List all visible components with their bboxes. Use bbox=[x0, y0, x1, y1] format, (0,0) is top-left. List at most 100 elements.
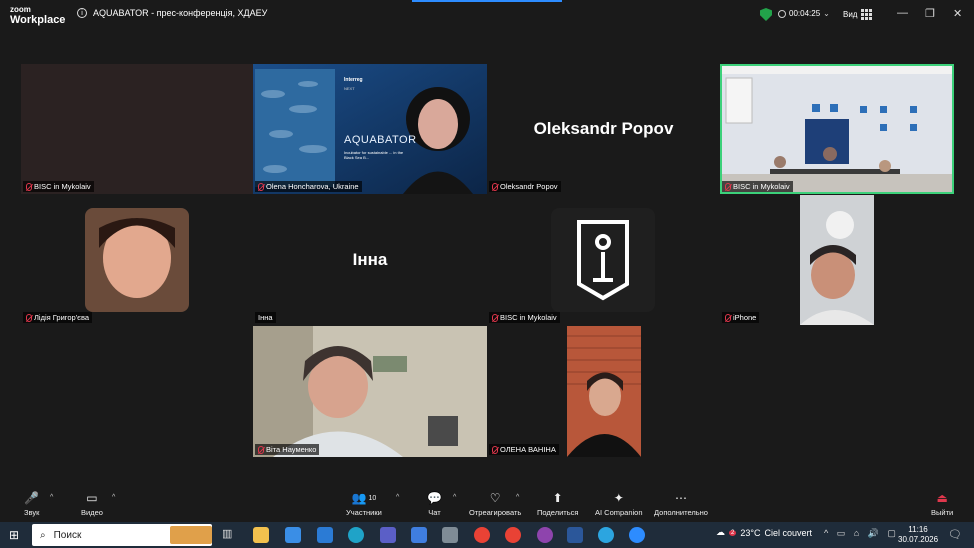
participant-nametag: Інна bbox=[255, 312, 276, 323]
participant-name: BISC in Mykolaiv bbox=[500, 313, 557, 322]
participant-name: BISC in Mykolaiv bbox=[34, 182, 91, 191]
share-button[interactable]: ⬆ Поделиться bbox=[537, 491, 578, 517]
mic-muted-icon bbox=[258, 445, 264, 454]
video-button[interactable]: ▭ Видео bbox=[81, 491, 103, 517]
leave-button[interactable]: ⏏ Выйти bbox=[931, 491, 953, 517]
audio-button[interactable]: 🎤 Звук bbox=[24, 491, 39, 517]
word-icon[interactable] bbox=[567, 527, 583, 543]
share-screen-icon: ⬆ bbox=[552, 491, 563, 505]
system-tray-icons[interactable]: ^ ▭ ⌂ 🔊 ▢ bbox=[824, 528, 899, 539]
chrome-icon[interactable] bbox=[505, 527, 521, 543]
video-tile[interactable]: Віта Науменко bbox=[253, 326, 487, 457]
audio-label: Звук bbox=[24, 508, 40, 517]
chat-icon: 💬 bbox=[427, 491, 442, 505]
chat-label: Чат bbox=[428, 508, 441, 517]
participant-display-name: Oleksandr Popov bbox=[533, 119, 674, 138]
weather-text: Ciel couvert bbox=[764, 527, 812, 538]
taskbar-search[interactable]: ⌕ Поиск bbox=[32, 524, 212, 546]
edge-icon[interactable] bbox=[348, 527, 364, 543]
meeting-timer[interactable]: 00:04:25 ⌄ bbox=[778, 9, 830, 18]
mic-muted-icon bbox=[492, 445, 498, 454]
mic-muted-icon bbox=[725, 313, 731, 322]
task-view-icon[interactable]: ▥ bbox=[222, 527, 238, 543]
slide-title: AQUABATOR bbox=[344, 134, 417, 146]
viber-icon[interactable] bbox=[537, 527, 553, 543]
video-tile[interactable]: Oleksandr Popov Oleksandr Popov bbox=[487, 64, 720, 194]
weather-badge: 2 bbox=[729, 529, 737, 536]
telegram-icon[interactable] bbox=[598, 527, 614, 543]
meeting-info[interactable]: i AQUABATOR - прес-конференція, ХДАЕУ bbox=[77, 8, 267, 18]
audio-options-caret-icon[interactable]: ^ bbox=[50, 494, 53, 501]
mic-muted-icon bbox=[725, 182, 731, 191]
camera-icon: ▭ bbox=[86, 491, 98, 505]
video-tile[interactable]: Лідія Григор'єва bbox=[21, 195, 253, 325]
app-icon[interactable] bbox=[411, 527, 427, 543]
slide-subtitle: Incubator for sustainable ... in the Bla… bbox=[344, 150, 404, 160]
grid-icon bbox=[861, 9, 873, 20]
notification-icon[interactable]: 🗨 bbox=[948, 528, 962, 541]
chevron-down-icon[interactable]: ⌄ bbox=[823, 9, 830, 18]
video-tile[interactable]: iPhone bbox=[720, 195, 954, 325]
video-tile[interactable]: BISC in Mykolaiv bbox=[21, 64, 253, 194]
store-icon[interactable] bbox=[285, 527, 301, 543]
participants-label: Участники bbox=[346, 508, 382, 517]
chat-button[interactable]: 💬 Чат bbox=[427, 491, 442, 517]
view-label: Вид bbox=[843, 10, 858, 19]
video-tile[interactable]: Інна Інна bbox=[253, 195, 487, 325]
sparkle-icon: ✦ bbox=[613, 491, 624, 505]
security-shield-icon[interactable] bbox=[760, 8, 772, 21]
participant-name: Olena Honcharova, Ukraine bbox=[266, 182, 359, 191]
app-icon[interactable] bbox=[380, 527, 396, 543]
video-tile[interactable]: ОЛЕНА ВАНІНА bbox=[487, 326, 720, 457]
leave-icon: ⏏ bbox=[936, 491, 948, 505]
restore-icon[interactable]: ❐ bbox=[925, 7, 935, 20]
zoom-app-icon[interactable] bbox=[629, 527, 645, 543]
react-label: Отреагировать bbox=[469, 508, 522, 517]
brand-bottom: Workplace bbox=[10, 14, 66, 26]
phone-video bbox=[800, 195, 874, 325]
weather-widget[interactable]: ☁ 2 23°C Ciel couvert bbox=[716, 527, 812, 538]
windows-start-icon[interactable]: ⊞ bbox=[9, 528, 19, 542]
more-button[interactable]: ⋯ Дополнительно bbox=[654, 491, 708, 517]
file-explorer-icon[interactable] bbox=[253, 527, 269, 543]
camera-app-icon[interactable] bbox=[442, 527, 458, 543]
video-options-caret-icon[interactable]: ^ bbox=[112, 494, 115, 501]
meeting-toolbar: 🎤 Звук ^ ▭ Видео ^ 👥 10 Участники ^ 💬 Чат… bbox=[0, 486, 974, 522]
search-placeholder: Поиск bbox=[53, 529, 82, 541]
minimize-icon[interactable]: — bbox=[897, 7, 908, 19]
video-tile-active-speaker[interactable]: BISC in Mykolaiv bbox=[720, 64, 954, 194]
taskbar-clock[interactable]: 11:16 30.07.2026 bbox=[898, 525, 938, 545]
cloud-icon: ☁ bbox=[716, 527, 725, 537]
chrome-icon[interactable] bbox=[474, 527, 490, 543]
search-icon: ⌕ bbox=[40, 529, 46, 541]
react-button[interactable]: ♡ Отреагировать bbox=[469, 491, 521, 517]
zoom-logo: zoom Workplace bbox=[10, 5, 66, 26]
info-icon[interactable]: i bbox=[77, 8, 87, 18]
participant-name: Інна bbox=[258, 313, 273, 322]
chat-caret-icon[interactable]: ^ bbox=[453, 494, 456, 501]
temperature: 23°C bbox=[740, 527, 761, 538]
clock-time: 11:16 bbox=[908, 525, 928, 534]
view-button[interactable]: Вид bbox=[843, 9, 873, 20]
participant-nametag: Лідія Григор'єва bbox=[23, 312, 93, 323]
participants-count: 10 bbox=[368, 494, 377, 502]
video-tile[interactable]: BISC in Mykolaiv bbox=[487, 195, 720, 325]
participant-display-name: Інна bbox=[352, 250, 388, 269]
room-video bbox=[720, 64, 954, 194]
timer-text: 00:04:25 bbox=[789, 9, 821, 18]
react-caret-icon[interactable]: ^ bbox=[516, 494, 519, 501]
clock-icon bbox=[778, 9, 786, 18]
participant-profile-logo bbox=[551, 208, 655, 312]
close-icon[interactable]: ✕ bbox=[953, 7, 962, 20]
participant-name: Oleksandr Popov bbox=[500, 182, 558, 191]
participant-name: iPhone bbox=[733, 313, 757, 322]
ai-companion-button[interactable]: ✦ AI Companion bbox=[595, 491, 643, 517]
slide-next: NEXT bbox=[344, 86, 355, 91]
participants-button[interactable]: 👥 10 Участники bbox=[346, 491, 382, 517]
mail-icon[interactable] bbox=[317, 527, 333, 543]
participant-avatar bbox=[85, 208, 189, 312]
leave-label: Выйти bbox=[931, 508, 954, 517]
participants-icon: 👥 10 bbox=[351, 491, 377, 505]
participants-caret-icon[interactable]: ^ bbox=[396, 494, 399, 501]
video-tile[interactable]: Interreg NEXT AQUABATOR Incubator for su… bbox=[253, 64, 487, 194]
